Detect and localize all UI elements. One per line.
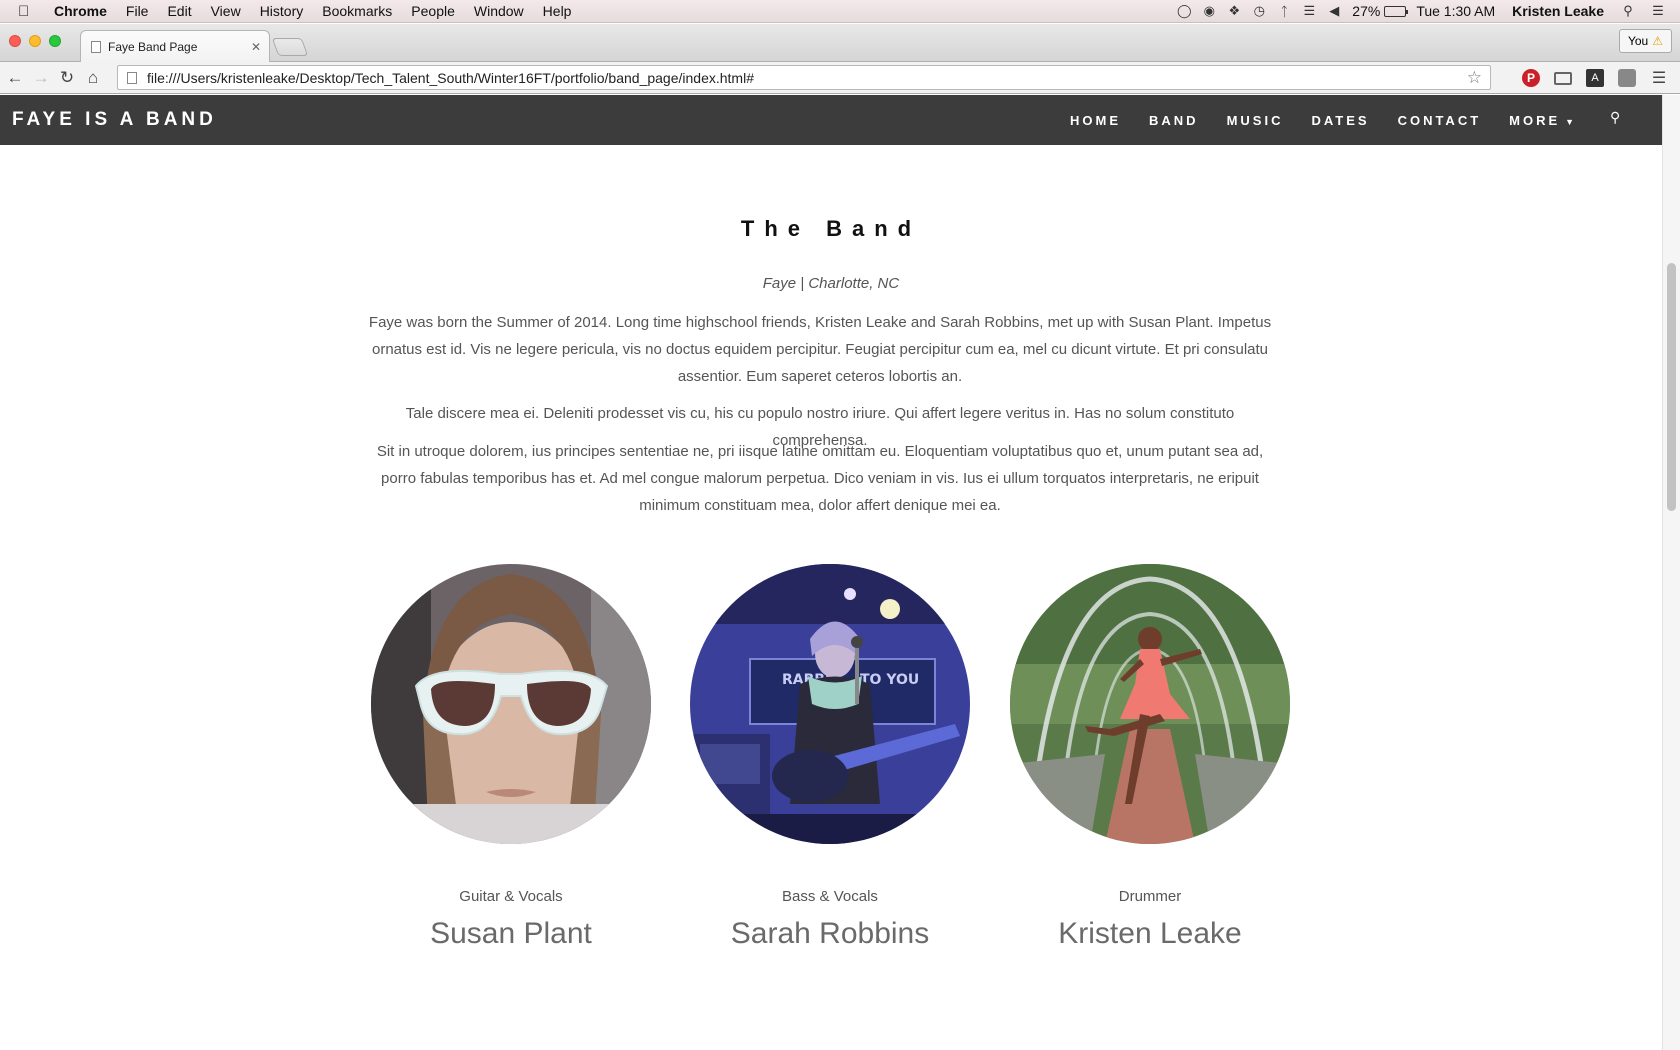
spotlight-search-icon[interactable]: ⚲: [1620, 3, 1636, 19]
address-bar[interactable]: file:///Users/kristenleake/Desktop/Tech_…: [117, 65, 1491, 90]
tab-title: Faye Band Page: [108, 40, 198, 54]
notification-center-icon[interactable]: ☰: [1650, 3, 1666, 19]
clock[interactable]: Tue 1:30 AM: [1416, 3, 1495, 19]
site-nav-links: HOME BAND MUSIC DATES CONTACT MORE ▼: [1070, 95, 1602, 145]
menu-file[interactable]: File: [126, 3, 149, 19]
time-machine-icon[interactable]: ◷: [1251, 3, 1267, 19]
menu-history[interactable]: History: [260, 3, 304, 19]
sync-icon[interactable]: ◉: [1201, 3, 1217, 19]
home-icon[interactable]: ⌂: [82, 67, 104, 89]
member-photo-image: RABBIT TO YOU: [690, 564, 970, 844]
caret-down-icon: ▼: [1565, 116, 1575, 127]
profile-label: You: [1627, 34, 1649, 48]
member-name: Susan Plant: [430, 917, 592, 950]
battery-icon[interactable]: [1384, 5, 1409, 17]
nav-more[interactable]: MORE ▼: [1509, 113, 1574, 128]
reload-icon[interactable]: ↻: [56, 67, 78, 89]
nav-more-label: MORE: [1509, 112, 1561, 128]
browser-toolbar: ← → ↻ ⌂ file:///Users/kristenleake/Deskt…: [0, 62, 1680, 94]
nav-home[interactable]: HOME: [1070, 113, 1121, 128]
menu-window[interactable]: Window: [474, 3, 524, 19]
warning-icon: ⚠: [1652, 34, 1663, 48]
page-icon: [91, 41, 101, 53]
member-photo: [1010, 564, 1290, 844]
bookmark-star-icon[interactable]: ☆: [1467, 68, 1482, 88]
zoom-window-button[interactable]: [49, 35, 61, 47]
menu-people[interactable]: People: [411, 3, 455, 19]
new-tab-button[interactable]: [271, 38, 309, 56]
close-tab-icon[interactable]: ✕: [251, 40, 261, 54]
site-navbar: FAYE IS A BAND HOME BAND MUSIC DATES CON…: [0, 95, 1662, 145]
band-subtitle: Faye | Charlotte, NC: [762, 275, 900, 292]
nav-dates[interactable]: DATES: [1311, 113, 1369, 128]
chrome-menu-icon[interactable]: ☰: [1650, 69, 1668, 87]
macos-menu-bar:  Chrome File Edit View History Bookmark…: [0, 0, 1680, 23]
site-brand[interactable]: FAYE IS A BAND: [12, 109, 217, 131]
browser-tab-strip: Faye Band Page ✕ You ⚠: [0, 24, 1680, 63]
extension-icon[interactable]: [1618, 69, 1636, 87]
band-paragraph: Sit in utroque dolorem, ius principes se…: [376, 443, 1264, 514]
menu-view[interactable]: View: [211, 3, 241, 19]
cast-icon[interactable]: [1554, 72, 1572, 85]
menu-edit[interactable]: Edit: [167, 3, 191, 19]
menu-bar-status-area: ◯ ◉ ❖ ◷ ᛏ ☰ ◀ 27% Tue 1:30 AM Kristen Le…: [1167, 3, 1680, 19]
back-icon[interactable]: ←: [4, 67, 26, 89]
nav-music[interactable]: MUSIC: [1227, 113, 1284, 128]
section-title: The Band: [740, 216, 922, 241]
page-icon: [127, 71, 137, 84]
url-text[interactable]: file:///Users/kristenleake/Desktop/Tech_…: [147, 70, 1467, 86]
extension-icon[interactable]: A: [1586, 69, 1604, 87]
web-page: FAYE IS A BAND HOME BAND MUSIC DATES CON…: [0, 95, 1662, 1050]
browser-tab-active[interactable]: Faye Band Page ✕: [80, 30, 270, 63]
minimize-window-button[interactable]: [29, 35, 41, 47]
forward-icon[interactable]: →: [30, 67, 52, 89]
profile-button[interactable]: You ⚠: [1618, 29, 1672, 53]
volume-icon[interactable]: ◀: [1326, 3, 1342, 19]
member-name: Sarah Robbins: [730, 917, 930, 950]
page-scrollbar[interactable]: [1662, 95, 1680, 1050]
menu-bookmarks[interactable]: Bookmarks: [322, 3, 392, 19]
apple-icon[interactable]: : [18, 3, 38, 20]
member-photo-image: [1010, 564, 1290, 844]
close-window-button[interactable]: [9, 35, 21, 47]
member-photo: RABBIT TO YOU: [690, 564, 970, 844]
member-photo: [371, 564, 651, 844]
nav-band[interactable]: BAND: [1149, 113, 1199, 128]
scrollbar-thumb[interactable]: [1667, 263, 1676, 511]
menu-app-name[interactable]: Chrome: [54, 3, 107, 19]
creative-cloud-icon[interactable]: ◯: [1176, 3, 1192, 19]
member-role: Guitar & Vocals: [459, 888, 563, 905]
bluetooth-icon[interactable]: ᛏ: [1276, 3, 1292, 19]
member-card: Drummer Kristen Leake: [1010, 564, 1290, 951]
member-card: RABBIT TO YOU Bass & Vocals Sarah Robbin…: [690, 564, 970, 951]
band-paragraph: Faye was born the Summer of 2014. Long t…: [368, 314, 1272, 385]
member-card: Guitar & Vocals Susan Plant: [371, 564, 651, 951]
pinterest-icon[interactable]: P: [1522, 69, 1540, 87]
dropbox-icon[interactable]: ❖: [1226, 3, 1242, 19]
battery-percent[interactable]: 27%: [1352, 3, 1380, 19]
wifi-icon[interactable]: ☰: [1301, 3, 1317, 19]
current-user[interactable]: Kristen Leake: [1512, 3, 1604, 19]
nav-contact[interactable]: CONTACT: [1398, 113, 1482, 128]
menu-help[interactable]: Help: [543, 3, 572, 19]
search-icon[interactable]: ⚲: [1610, 109, 1620, 126]
member-role: Bass & Vocals: [782, 888, 878, 905]
member-role: Drummer: [1118, 888, 1182, 905]
member-name: Kristen Leake: [1058, 917, 1242, 950]
member-photo-image: [371, 564, 651, 844]
